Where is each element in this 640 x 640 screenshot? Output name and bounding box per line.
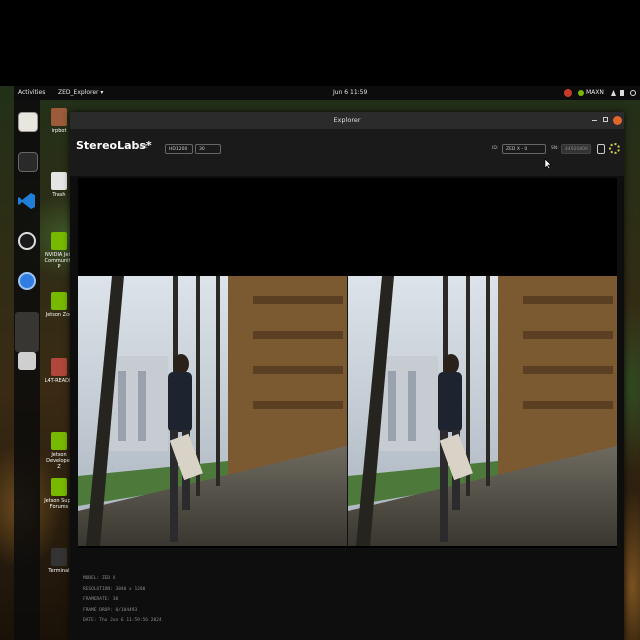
window-titlebar[interactable]: Explorer [70, 112, 624, 129]
nvidia-status-icon[interactable] [564, 89, 572, 97]
info-model: MODEL: ZED X [83, 576, 116, 581]
info-frame-drop: FRAME DROP: 0/104493 [83, 607, 138, 613]
camera-info-panel: MODEL: ZED X RESOLUTION: 3840 x 1200 FRA… [83, 574, 162, 627]
record-icon[interactable] [597, 144, 605, 154]
app-menu[interactable]: ZED_Explorer ▾ [58, 86, 103, 100]
minimize-icon[interactable] [592, 120, 597, 121]
info-framerate: FRAMERATE: 30 [83, 597, 119, 602]
disk-icon[interactable] [18, 352, 36, 370]
explorer-app-icon[interactable] [15, 312, 39, 352]
activities-button[interactable]: Activities [18, 86, 45, 100]
trash-icon [51, 172, 67, 190]
home-folder-icon [51, 108, 67, 126]
sn-label: SN: [551, 146, 559, 151]
clock[interactable]: Jun 6 11:59 [333, 86, 367, 100]
volume-icon[interactable] [620, 90, 624, 96]
top-bar: Activities ZED_Explorer ▾ Jun 6 11:59 MA… [14, 86, 640, 100]
mouse-cursor-icon [544, 158, 552, 170]
power-icon[interactable] [630, 90, 636, 96]
files-icon[interactable] [18, 112, 38, 132]
nvidia-icon [51, 432, 67, 450]
obs-icon[interactable] [18, 232, 36, 250]
camera-viewer [78, 178, 617, 548]
vscode-icon[interactable] [18, 192, 36, 210]
maximize-icon[interactable] [603, 117, 608, 122]
window-title: Explorer [333, 116, 361, 124]
resolution-select[interactable]: HD1200 [165, 144, 193, 154]
nvidia-icon [51, 478, 67, 496]
info-resolution: RESOLUTION: 3840 x 1200 [83, 586, 146, 592]
settings-icon[interactable] [609, 143, 620, 154]
readme-folder-icon [51, 358, 67, 376]
explorer-window: Explorer StereoLabs* LIVE HD1200 30 ID: … [70, 112, 624, 640]
camera-id-select[interactable]: ZED X - 0 [502, 144, 546, 154]
dock [14, 100, 40, 640]
nvidia-icon [51, 232, 67, 250]
terminal-icon[interactable] [18, 152, 38, 172]
network-icon[interactable] [611, 90, 616, 96]
chromium-icon[interactable] [18, 272, 36, 290]
fps-select[interactable]: 30 [195, 144, 221, 154]
id-label: ID: [492, 146, 499, 151]
stereo-video-feed [78, 276, 617, 546]
live-label: LIVE [137, 144, 148, 150]
nvidia-icon [51, 292, 67, 310]
serial-number-field: 44920806 [561, 144, 591, 154]
info-date: DATE: Thu Jun 6 11:59:56 2024 [83, 618, 162, 623]
close-icon[interactable] [613, 116, 622, 125]
power-mode-label[interactable]: MAXN [586, 86, 604, 100]
app-toolbar: StereoLabs* LIVE HD1200 30 ID: ZED X - 0… [70, 129, 624, 176]
power-mode-dot-icon [578, 90, 584, 96]
terminal-icon [51, 548, 67, 566]
